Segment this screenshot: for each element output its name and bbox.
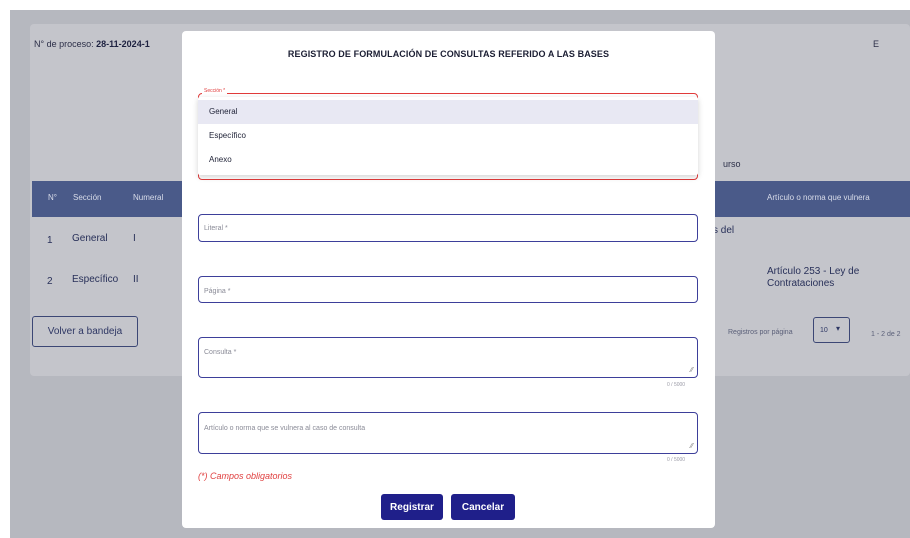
literal-field[interactable]: Literal * (198, 214, 698, 242)
col-seccion: Sección (73, 193, 102, 202)
consulta-modal: REGISTRO DE FORMULACIÓN DE CONSULTAS REF… (182, 31, 715, 528)
row-numeral: I (133, 233, 136, 244)
option-especifico[interactable]: Específico (198, 124, 698, 148)
cancel-button[interactable]: Cancelar (451, 494, 515, 520)
seccion-dropdown: General Específico Anexo (198, 97, 698, 175)
articulo-textarea[interactable]: Artículo o norma que se vulnera al caso … (198, 412, 698, 454)
caret-down-icon: ▾ (836, 324, 841, 333)
resize-handle-icon[interactable]: ⁄⁄ (691, 367, 693, 374)
col-numeral: Numeral (133, 193, 164, 202)
recurso-fragment: urso (723, 159, 741, 169)
row-n: 2 (47, 276, 53, 287)
pagina-field[interactable]: Página * (198, 276, 698, 303)
consulta-counter: 0 / 5000 (667, 382, 686, 388)
row-seccion: General (72, 233, 108, 244)
col-articulo: Artículo o norma que vulnera (767, 193, 870, 202)
process-label: N° de proceso: (34, 39, 94, 49)
consulta-label: Consulta * (204, 349, 237, 356)
header-right-fragment: E (873, 39, 880, 49)
process-number: 28-11-2024-1 (96, 39, 150, 49)
modal-title: REGISTRO DE FORMULACIÓN DE CONSULTAS REF… (287, 49, 610, 59)
pagination-range: 1 - 2 de 2 (871, 331, 901, 338)
row-n: 1 (47, 235, 53, 246)
consulta-textarea[interactable]: Consulta * ⁄⁄ (198, 337, 698, 378)
rows-per-page-label: Registros por página (728, 329, 793, 336)
row-seccion: Específico (72, 274, 119, 285)
option-general[interactable]: General (198, 100, 698, 124)
articulo-label: Artículo o norma que se vulnera al caso … (204, 425, 366, 432)
articulo-counter: 0 / 5000 (667, 457, 686, 463)
option-anexo[interactable]: Anexo (198, 148, 698, 172)
row-numeral: II (133, 274, 139, 285)
process-info: N° de proceso: 28-11-2024-1 (34, 39, 150, 49)
register-button[interactable]: Registrar (381, 494, 443, 520)
rows-per-page-select[interactable]: 10 ▾ (813, 317, 850, 343)
rows-per-page-value: 10 (820, 327, 828, 334)
resize-handle-icon[interactable]: ⁄⁄ (691, 443, 693, 450)
literal-label: Literal * (204, 225, 228, 232)
row-fragment: s del (713, 225, 735, 236)
seccion-label: Sección * (202, 88, 228, 94)
pagina-label: Página * (204, 288, 231, 295)
required-note: (*) Campos obligatorios (198, 471, 293, 481)
back-to-inbox-button[interactable]: Volver a bandeja (32, 316, 138, 347)
row-articulo: Artículo 253 - Ley de Contrataciones (767, 266, 860, 289)
col-n: N° (48, 193, 57, 202)
